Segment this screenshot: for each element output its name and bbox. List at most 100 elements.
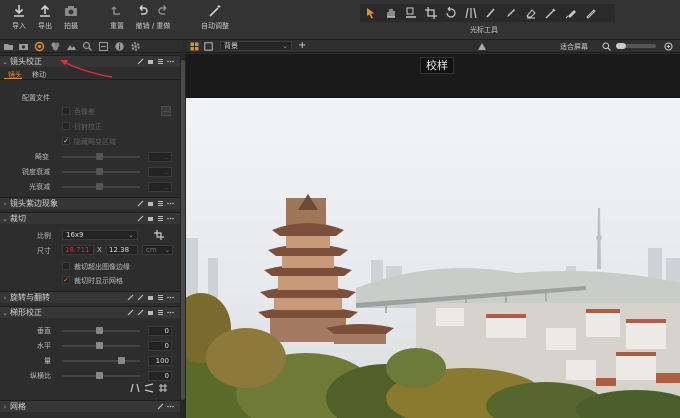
rotation-title: 旋转与翻转 <box>10 293 50 302</box>
grid-title: 网格 <box>10 402 26 411</box>
chromatic-checkbox[interactable] <box>62 107 70 115</box>
more-icon[interactable] <box>167 309 174 316</box>
metadata-tab-icon[interactable] <box>114 41 125 52</box>
crop-width-field[interactable]: 18.711 <box>62 245 94 255</box>
help-icon[interactable] <box>137 200 144 207</box>
gradient-tool-icon[interactable] <box>544 6 558 20</box>
keystone-header[interactable]: ⌄ 梯形校正 <box>0 306 180 318</box>
aspect-slider-knob[interactable] <box>96 372 103 379</box>
more-icon[interactable] <box>167 403 174 410</box>
gear-tab-icon[interactable] <box>130 41 141 52</box>
more-icon[interactable] <box>167 294 174 301</box>
callout-arrow <box>60 60 113 78</box>
lens-correction-title: 镜头校正 <box>10 57 42 66</box>
keystone-full-icon[interactable] <box>158 383 168 393</box>
rotate-tool-icon[interactable] <box>444 6 458 20</box>
fit-screen-label[interactable]: 适合屏幕 <box>560 42 588 52</box>
ratio-select[interactable]: 16x9 ⌄ <box>62 230 138 240</box>
amount-slider[interactable] <box>62 360 140 362</box>
crop-tool-icon[interactable] <box>154 230 164 240</box>
brush-tool-icon[interactable] <box>504 6 518 20</box>
help-icon[interactable] <box>137 294 144 301</box>
lens-tab-icon[interactable] <box>34 41 45 52</box>
horizontal-value[interactable]: 0 <box>148 341 172 351</box>
annotate-tool-icon[interactable] <box>584 6 598 20</box>
copy-adjust-icon[interactable] <box>147 294 154 301</box>
fill-tool-icon[interactable] <box>564 6 578 20</box>
light-falloff-value[interactable]: .. <box>148 182 172 192</box>
aspect-value[interactable]: 0 <box>148 371 172 381</box>
preset-icon[interactable] <box>157 58 164 65</box>
preset-icon[interactable] <box>157 294 164 301</box>
adjustments-tab-icon[interactable] <box>98 41 109 52</box>
crop-header[interactable]: ⌄ 裁切 <box>0 212 180 224</box>
details-tab-icon[interactable] <box>82 41 93 52</box>
copy-adjust-icon[interactable] <box>147 215 154 222</box>
zoom-in-icon[interactable] <box>664 42 673 51</box>
preset-icon[interactable] <box>157 309 164 316</box>
more-icon[interactable] <box>167 58 174 65</box>
distortion-slider-knob[interactable] <box>96 153 103 160</box>
color-tab-icon[interactable] <box>50 41 61 52</box>
pan-tool-icon[interactable] <box>384 6 398 20</box>
zoom-slider-knob[interactable] <box>616 43 626 49</box>
sharpness-falloff-value[interactable]: .. <box>148 167 172 177</box>
straighten-icon[interactable] <box>127 294 134 301</box>
import-icon <box>14 5 24 17</box>
amount-value[interactable]: 100 <box>148 356 172 366</box>
warning-icon[interactable] <box>478 43 486 50</box>
vertical-slider-knob[interactable] <box>96 327 103 334</box>
unit-select[interactable]: cm ⌄ <box>142 245 173 255</box>
fringing-header[interactable]: › 镜头紫边现象 <box>0 197 180 209</box>
diffraction-label: 衍射校正 <box>74 123 102 131</box>
tab-move[interactable]: 移动 <box>32 70 46 80</box>
grid-header[interactable]: › 网格 <box>0 400 180 412</box>
keystone-tool-icon[interactable] <box>464 6 478 20</box>
help-icon[interactable] <box>137 309 144 316</box>
sharpness-falloff-knob[interactable] <box>96 168 103 175</box>
straighten-icon[interactable] <box>127 309 134 316</box>
help-icon[interactable] <box>137 58 144 65</box>
copy-adjust-icon[interactable] <box>147 58 154 65</box>
keystone-vertical-icon[interactable] <box>130 383 140 393</box>
more-icon[interactable] <box>167 200 174 207</box>
more-icon[interactable] <box>167 215 174 222</box>
chromatic-options-button[interactable]: … <box>161 106 171 116</box>
camera-tab-icon[interactable] <box>18 41 29 52</box>
grid-view-icon[interactable] <box>190 42 199 51</box>
crop-outside-checkbox[interactable] <box>62 262 70 270</box>
undo-redo-button[interactable]: 撤销 / 重做 <box>128 4 178 31</box>
preset-icon[interactable] <box>157 215 164 222</box>
copy-adjust-icon[interactable] <box>147 309 154 316</box>
eraser-tool-icon[interactable] <box>524 6 538 20</box>
amount-slider-knob[interactable] <box>118 357 125 364</box>
pointer-tool-icon[interactable] <box>364 6 378 20</box>
keystone-horizontal-icon[interactable] <box>144 383 154 393</box>
vertical-value[interactable]: 0 <box>148 326 172 336</box>
help-icon[interactable] <box>137 215 144 222</box>
picker-tool-icon[interactable] <box>484 6 498 20</box>
photo-preview[interactable] <box>186 98 680 418</box>
help-icon[interactable] <box>157 403 164 410</box>
stamp-tool-icon[interactable] <box>404 6 418 20</box>
single-view-icon[interactable] <box>204 42 213 51</box>
preset-icon[interactable] <box>157 200 164 207</box>
crop-height-field[interactable]: 12.38 <box>106 245 138 255</box>
capture-button[interactable]: 拍摄 <box>54 4 88 31</box>
horizontal-slider-knob[interactable] <box>96 342 103 349</box>
zoom-out-icon[interactable] <box>602 42 611 51</box>
folder-tab-icon[interactable] <box>3 41 14 52</box>
crop-tool-icon[interactable] <box>424 6 438 20</box>
exposure-tab-icon[interactable] <box>66 41 77 52</box>
distortion-value[interactable]: .. <box>148 152 172 162</box>
rotation-header[interactable]: › 旋转与翻转 <box>0 291 180 303</box>
copy-adjust-icon[interactable] <box>147 200 154 207</box>
add-icon[interactable]: + <box>298 40 306 51</box>
light-falloff-knob[interactable] <box>96 183 103 190</box>
diffraction-checkbox[interactable] <box>62 122 70 130</box>
hide-distorted-checkbox[interactable]: ✓ <box>62 137 70 145</box>
auto-adjust-button[interactable]: 自动调整 <box>197 4 233 31</box>
background-select[interactable]: 背景 ⌄ <box>220 41 292 51</box>
show-mask-checkbox[interactable]: ✓ <box>62 276 70 284</box>
panel-scrollbar-thumb[interactable] <box>181 60 185 400</box>
